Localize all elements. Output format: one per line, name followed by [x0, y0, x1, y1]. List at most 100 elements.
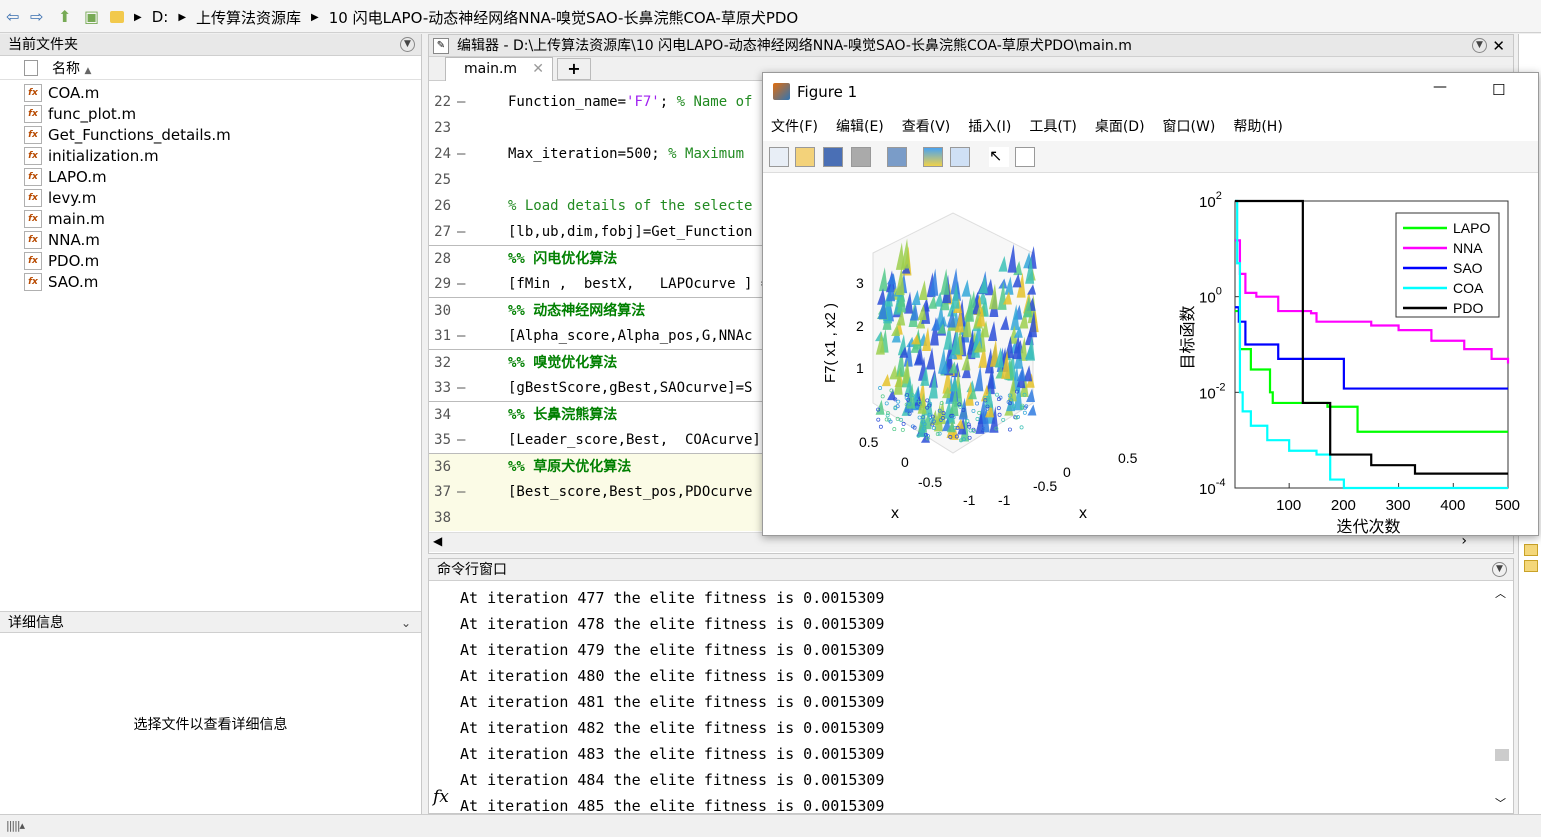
breadcrumb-drive[interactable]: D: — [152, 8, 169, 26]
x-tick-label: 0 — [1063, 464, 1071, 480]
up-folder-icon[interactable]: ⬆ — [58, 7, 71, 26]
maximize-button[interactable]: ☐ — [1492, 81, 1505, 99]
print-icon[interactable] — [851, 147, 871, 167]
file-name: COA.m — [48, 83, 100, 102]
file-list-item[interactable]: fx initialization.m — [24, 145, 159, 166]
command-vertical-scrollbar[interactable]: ︿ ﹀ — [1495, 585, 1509, 811]
status-bar: |||||▴ — [0, 814, 1541, 837]
breadcrumb-separator-icon: ▶ — [134, 11, 142, 23]
property-editor-icon[interactable] — [1015, 147, 1035, 167]
m-file-icon: fx — [24, 167, 42, 186]
code-line[interactable]: 27 — [lb,ub,dim,fobj]=Get_Function — [429, 219, 769, 245]
figure-menu-item[interactable]: 插入(I) — [968, 116, 1011, 136]
code-line[interactable]: 28 %% 闪电优化算法 — [429, 245, 769, 271]
code-line[interactable]: 23 — [429, 115, 769, 141]
status-grip-icon[interactable]: |||||▴ — [6, 819, 25, 832]
figure-menu-item[interactable]: 桌面(D) — [1095, 116, 1145, 136]
tab-main-m[interactable]: main.m ✕ — [445, 57, 553, 81]
add-tab-button[interactable]: + — [557, 58, 591, 80]
line-number: 30 — [434, 303, 451, 319]
scroll-thumb[interactable] — [1495, 749, 1509, 761]
code-text: [Best_score,Best_pos,PDOcurve — [508, 484, 753, 500]
legend-icon[interactable] — [950, 147, 970, 167]
code-line[interactable]: 26 % Load details of the selecte — [429, 193, 769, 219]
code-line[interactable]: 33 — [gBestScore,gBest,SAOcurve]=S — [429, 375, 769, 401]
file-list-item[interactable]: fx func_plot.m — [24, 103, 136, 124]
code-line[interactable]: 25 — [429, 167, 769, 193]
code-line[interactable]: 37 — [Best_score,Best_pos,PDOcurve — [429, 479, 769, 505]
code-line[interactable]: 24 — Max_iteration=500; % Maximum — [429, 141, 769, 167]
scroll-up-icon[interactable]: ︿ — [1495, 585, 1506, 601]
code-line[interactable]: 22 — Function_name='F7'; % Name of — [429, 89, 769, 115]
pointer-icon[interactable]: ↖ — [989, 147, 1009, 167]
file-type-column-icon[interactable] — [24, 59, 38, 76]
colorbar-icon[interactable] — [923, 147, 943, 167]
command-menu-icon[interactable]: ▼ — [1492, 562, 1507, 577]
figure-menu-item[interactable]: 窗口(W) — [1163, 116, 1216, 136]
figure-menu-item[interactable]: 查看(V) — [902, 116, 951, 136]
breakpoint-marker[interactable]: — — [457, 323, 465, 349]
forward-arrow-icon[interactable]: ⇨ — [30, 7, 43, 26]
code-line[interactable]: 32 %% 嗅觉优化算法 — [429, 349, 769, 375]
open-file-icon[interactable] — [795, 147, 815, 167]
figure-menu-item[interactable]: 文件(F) — [771, 116, 818, 136]
figure-title-bar[interactable]: Figure 1 — ☐ — [763, 73, 1538, 111]
chevron-down-icon[interactable]: ⌄ — [401, 612, 411, 634]
file-list-item[interactable]: fx LAPO.m — [24, 166, 107, 187]
code-text: %% 嗅觉优化算法 — [508, 355, 618, 371]
breadcrumb-subfolder[interactable]: 10 闪电LAPO-动态神经网络NNA-嗅觉SAO-长鼻浣熊COA-草原犬PDO — [329, 7, 798, 28]
function-browser-icon[interactable]: fx — [433, 787, 449, 807]
minimize-button[interactable]: — — [1433, 79, 1447, 95]
command-window[interactable]: 命令行窗口 ▼ At iteration 477 the elite fitne… — [428, 558, 1514, 815]
figure-menu-item[interactable]: 帮助(H) — [1233, 116, 1282, 136]
grid-icon[interactable] — [1524, 560, 1538, 572]
command-output-line: At iteration 478 the elite fitness is 0.… — [460, 615, 885, 633]
breakpoint-marker[interactable]: — — [457, 89, 465, 115]
breakpoint-marker[interactable]: — — [457, 375, 465, 401]
file-list-item[interactable]: fx levy.m — [24, 187, 96, 208]
code-line[interactable]: 29 — [fMin , bestX, LAPOcurve ] = — [429, 271, 769, 297]
command-window-title: 命令行窗口 — [437, 562, 507, 578]
code-line[interactable]: 31 — [Alpha_score,Alpha_pos,G,NNAc — [429, 323, 769, 349]
breakpoint-marker[interactable]: — — [457, 479, 465, 505]
close-icon[interactable]: ✕ — [1492, 35, 1505, 57]
m-file-icon: fx — [24, 104, 42, 123]
code-line[interactable]: 21 — [429, 81, 769, 89]
browse-folder-icon[interactable]: ▣ — [84, 7, 99, 26]
back-arrow-icon[interactable]: ⇦ — [6, 7, 19, 26]
breakpoint-marker[interactable]: — — [457, 427, 465, 453]
name-column-header[interactable]: 名称 ▲ — [52, 58, 91, 78]
code-area[interactable]: 21 22 — Function_name='F7'; % Name of 23 24 — M… — [429, 81, 769, 531]
figure-menu-item[interactable]: 工具(T) — [1029, 116, 1076, 136]
figure-canvas[interactable]: 1 2 3 0.5 0 -0.5 -1 -1 -0.5 0 0.5 F7( x1 , x2 ) x x 1… — [763, 173, 1538, 535]
code-line[interactable]: 36 %% 草原犬优化算法 — [429, 453, 769, 479]
file-list-item[interactable]: fx Get_Functions_details.m — [24, 124, 231, 145]
breakpoint-marker[interactable]: — — [457, 219, 465, 245]
save-icon[interactable] — [823, 147, 843, 167]
panel-menu-icon[interactable]: ▼ — [400, 37, 415, 52]
file-list-item[interactable]: fx SAO.m — [24, 271, 98, 292]
file-list-item[interactable]: fx PDO.m — [24, 250, 99, 271]
z-tick-label: 2 — [856, 318, 864, 334]
code-line[interactable]: 35 — [Leader_score,Best, COAcurve] — [429, 427, 769, 453]
grid-icon[interactable] — [1524, 544, 1538, 556]
current-folder-title: 当前文件夹 — [8, 37, 78, 53]
editor-menu-icon[interactable]: ▼ — [1472, 38, 1487, 53]
tab-close-icon[interactable]: ✕ — [532, 58, 544, 80]
breakpoint-marker[interactable]: — — [457, 141, 465, 167]
breadcrumb-folder[interactable]: 上传算法资源库 — [196, 7, 301, 28]
figure-menu-item[interactable]: 编辑(E) — [836, 116, 884, 136]
new-figure-icon[interactable] — [769, 147, 789, 167]
scroll-left-icon[interactable]: ◀ — [433, 534, 442, 548]
code-line[interactable]: 30 %% 动态神经网络算法 — [429, 297, 769, 323]
code-line[interactable]: 34 %% 长鼻浣熊算法 — [429, 401, 769, 427]
file-list-item[interactable]: fx main.m — [24, 208, 105, 229]
breakpoint-marker[interactable]: — — [457, 271, 465, 297]
file-list-item[interactable]: fx COA.m — [24, 82, 99, 103]
surface-contour-mark — [885, 413, 890, 418]
scroll-down-icon[interactable]: ﹀ — [1495, 795, 1506, 811]
details-title: 详细信息 — [8, 615, 64, 631]
code-line[interactable]: 38 — [429, 505, 769, 531]
link-plot-icon[interactable] — [887, 147, 907, 167]
file-list-item[interactable]: fx NNA.m — [24, 229, 100, 250]
